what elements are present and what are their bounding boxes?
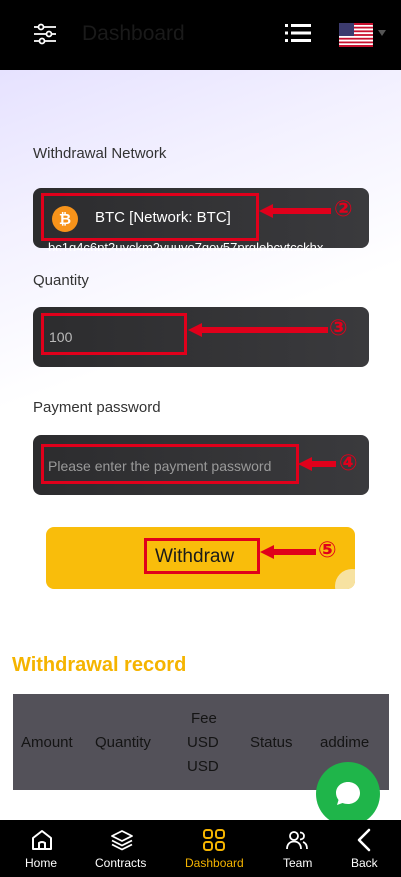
nav-label-dashboard: Dashboard: [185, 856, 244, 870]
team-icon: [286, 831, 308, 850]
nav-item-home[interactable]: Home: [0, 820, 80, 877]
withdraw-button-label: Withdraw: [155, 546, 235, 567]
nav-item-team[interactable]: Team: [267, 820, 330, 877]
password-label: Payment password: [33, 399, 161, 416]
annotation-arrow-5: [260, 545, 316, 559]
chat-bubble-icon: [336, 782, 360, 805]
col-fee-usd-2: USD: [187, 758, 219, 775]
quantity-label: Quantity: [33, 272, 89, 289]
annotation-step-4: ④: [339, 451, 358, 476]
home-icon: [32, 830, 52, 850]
annotation-arrow-4: [298, 457, 336, 471]
grid-icon: [203, 829, 225, 851]
withdrawal-record-title: Withdrawal record: [12, 654, 187, 676]
chevron-down-icon[interactable]: [378, 30, 386, 36]
chat-button[interactable]: [316, 762, 380, 826]
top-header: Dashboard: [0, 0, 401, 70]
nav-item-contracts[interactable]: Contracts: [80, 820, 164, 877]
col-fee: Fee: [191, 710, 217, 727]
layers-icon: [111, 830, 133, 851]
nav-item-back[interactable]: Back: [330, 820, 401, 877]
col-quantity: Quantity: [95, 734, 151, 751]
annotation-arrow-3: [188, 323, 328, 337]
nav-label-team: Team: [283, 856, 313, 870]
nav-label-home: Home: [25, 856, 58, 870]
annotation-box-3: [41, 313, 187, 355]
back-icon: [357, 828, 371, 852]
col-addtime: addime: [320, 734, 370, 751]
list-icon[interactable]: [285, 22, 311, 44]
nav-label-contracts: Contracts: [95, 856, 147, 870]
annotation-step-5: ⑤: [318, 538, 337, 563]
network-label: Withdrawal Network: [33, 145, 167, 162]
sliders-icon[interactable]: [33, 22, 57, 46]
col-status: Status: [250, 734, 293, 751]
wallet-address: bc1q4c6pt2uvckm2yuuvo7qov57prglebcvtcckh…: [48, 241, 324, 251]
col-fee-usd: USD: [187, 734, 219, 751]
us-flag-icon[interactable]: [339, 23, 373, 47]
bottom-nav: Home Contracts Dashboard Team Back: [0, 820, 401, 877]
page-title: Dashboard: [82, 22, 185, 45]
annotation-step-2: ②: [334, 197, 353, 222]
annotation-box-4: [41, 444, 299, 484]
annotation-step-3: ③: [329, 316, 348, 341]
col-amount: Amount: [21, 734, 73, 751]
nav-item-dashboard[interactable]: Dashboard: [164, 820, 267, 877]
annotation-arrow-2: [259, 204, 331, 218]
annotation-box-2: [41, 193, 259, 241]
nav-label-back: Back: [351, 856, 378, 870]
